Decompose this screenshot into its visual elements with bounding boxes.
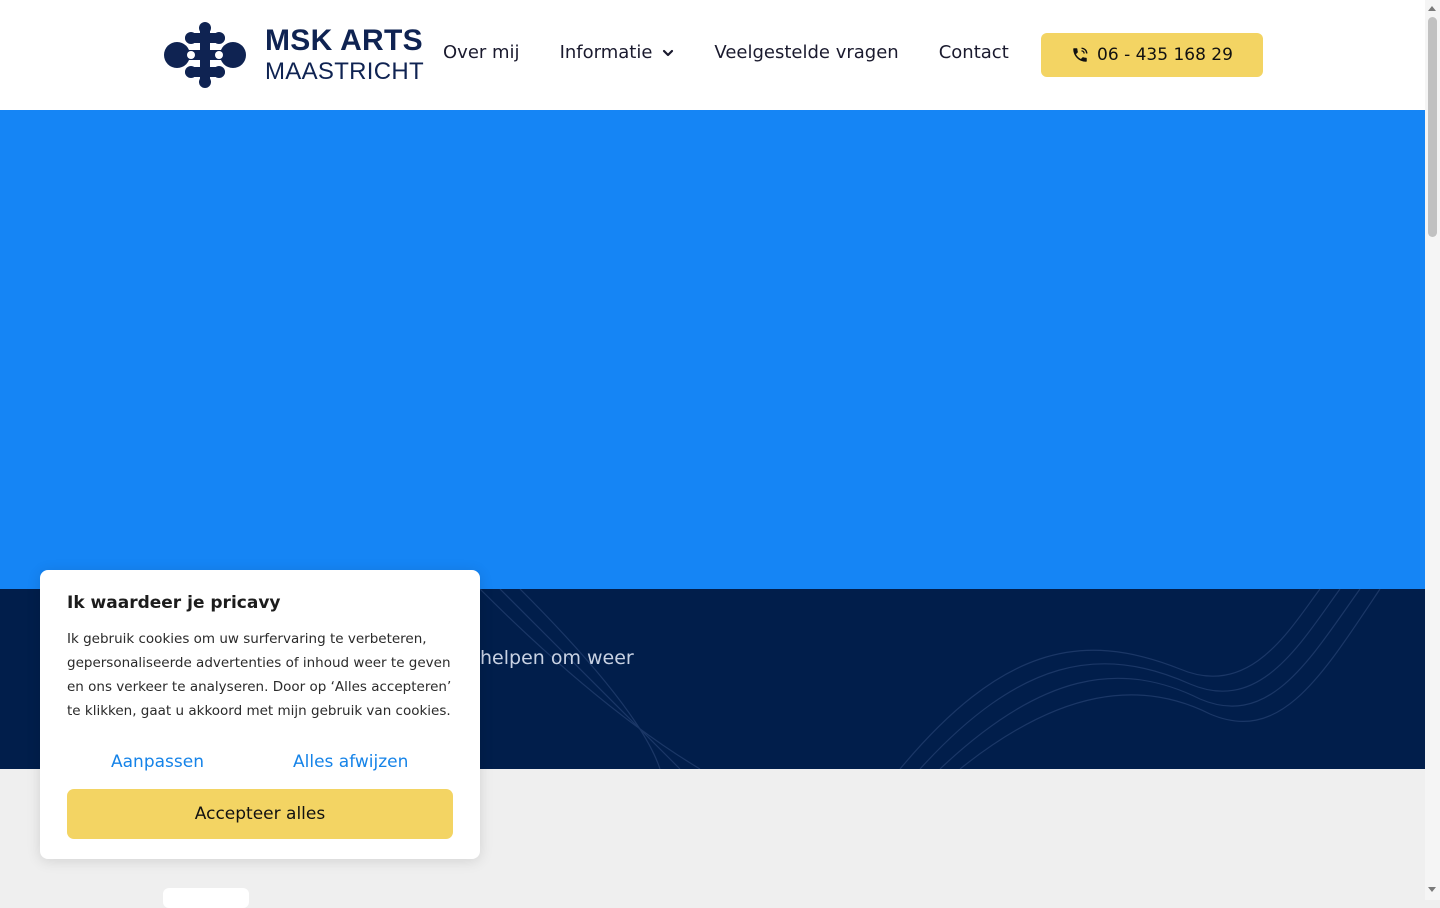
nav-item-label: Contact bbox=[938, 42, 1009, 63]
page-scrollbar[interactable] bbox=[1425, 0, 1440, 900]
chevron-down-icon bbox=[663, 49, 674, 56]
cookie-title: Ik waardeer je pricavy bbox=[67, 593, 281, 613]
cookie-description: Ik gebruik cookies om uw surfervaring te… bbox=[67, 631, 452, 719]
scrollbar-thumb[interactable] bbox=[1428, 17, 1437, 237]
nav-item-veelgestelde-vragen[interactable]: Veelgestelde vragen bbox=[714, 42, 898, 63]
nav-item-contact[interactable]: Contact bbox=[939, 42, 1009, 63]
main-nav: Over mij Informatie Veelgestelde vragen … bbox=[443, 42, 1049, 63]
nav-item-label: Veelgestelde vragen bbox=[714, 42, 899, 63]
scroll-up-arrow-icon[interactable] bbox=[1428, 6, 1436, 11]
accept-all-label: Accepteer alles bbox=[194, 804, 326, 824]
site-header: MSK ARTS MAASTRICHT Over mij Informatie … bbox=[0, 0, 1425, 110]
nav-item-informatie[interactable]: Informatie bbox=[560, 42, 675, 63]
customize-cookies-button[interactable]: Aanpassen bbox=[111, 752, 204, 772]
accept-all-button[interactable]: Accepteer alles bbox=[67, 789, 453, 839]
hero-banner bbox=[0, 110, 1425, 589]
scroll-down-arrow-icon[interactable] bbox=[1428, 887, 1436, 892]
nav-item-label: Informatie bbox=[559, 42, 653, 63]
logo-name-line1: MSK ARTS bbox=[265, 24, 423, 57]
phone-icon bbox=[1073, 47, 1088, 62]
logo-wordmark: MSK ARTS MAASTRICHT bbox=[265, 26, 424, 84]
content-card bbox=[163, 888, 249, 908]
cookie-consent-dialog: Ik waardeer je pricavy Ik gebruik cookie… bbox=[40, 570, 480, 859]
site-logo[interactable]: MSK ARTS MAASTRICHT bbox=[163, 20, 424, 90]
reject-all-button[interactable]: Alles afwijzen bbox=[293, 752, 408, 772]
logo-name-line2: MAASTRICHT bbox=[265, 58, 424, 85]
molecule-logo-icon bbox=[164, 22, 246, 88]
phone-number-label: 06 - 435 168 29 bbox=[1097, 45, 1233, 65]
intro-text: helpen om weer bbox=[480, 647, 634, 669]
nav-item-over-mij[interactable]: Over mij bbox=[443, 42, 520, 63]
nav-item-label: Over mij bbox=[443, 42, 520, 63]
phone-call-button[interactable]: 06 - 435 168 29 bbox=[1041, 33, 1263, 77]
